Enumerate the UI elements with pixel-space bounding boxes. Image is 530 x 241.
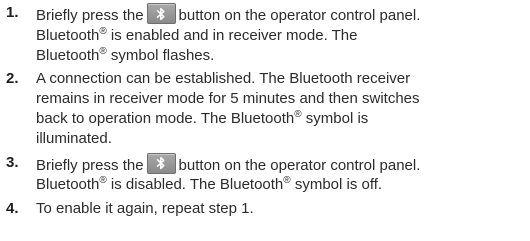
step-line: To enable it again, repeat step 1. [36,200,254,218]
step-text: Briefly press the [36,7,144,24]
instruction-steps: 1. Briefly press the button on the operat… [0,0,530,219]
registered-mark: ® [99,45,107,57]
step-text: symbol is off. [290,176,383,194]
step-line: Bluetooth® is disabled. The Bluetooth® s… [36,175,522,195]
registered-mark: ® [283,175,291,187]
registered-mark: ® [294,108,302,120]
step-line: remains in receiver mode for 5 minutes a… [36,90,420,108]
step-number: 2. [6,70,19,88]
step-text: Briefly press the [36,156,144,174]
step-text: button on the operator control panel. [178,156,421,174]
step-text: button on the operator control panel. [178,7,421,24]
step-body: Briefly press the button on the operator … [36,3,522,65]
step-text: back to operation mode. The Bluetooth [36,109,295,127]
step-line: Briefly press the button on the operator … [36,152,522,176]
step-text: symbol flashes. [106,46,215,64]
step-line: illuminated. [36,129,112,147]
step-4: 4. To enable it again, repeat step 1. [6,199,522,219]
step-body: Briefly press the button on the operator … [36,152,522,196]
step-text: Bluetooth [36,26,100,44]
step-text: is disabled. The Bluetooth [106,176,284,194]
step-line: back to operation mode. The Bluetooth® s… [36,109,522,129]
bluetooth-icon [156,7,165,20]
step-number: 1. [6,4,19,21]
step-text: Bluetooth [36,46,100,64]
step-line: Briefly press the button on the operator … [36,3,522,26]
step-2: 2. A connection can be established. The … [6,69,522,148]
step-line: A connection can be established. The Blu… [36,70,411,88]
step-body: To enable it again, repeat step 1. [36,199,522,219]
step-text: Bluetooth [36,176,100,194]
step-text: symbol is [301,109,369,127]
step-line: Bluetooth® is enabled and in receiver mo… [36,26,522,46]
step-text: is enabled and in receiver mode. The [106,26,358,44]
step-1: 1. Briefly press the button on the operat… [6,3,522,65]
bluetooth-button-icon [146,152,176,174]
step-body: A connection can be established. The Blu… [36,69,522,148]
step-line: Bluetooth® symbol flashes. [36,46,522,66]
registered-mark: ® [99,175,107,187]
registered-mark: ® [99,25,107,37]
bluetooth-icon [156,156,165,170]
step-number: 4. [6,200,19,218]
step-number: 3. [6,153,19,171]
bluetooth-button-icon [146,3,176,24]
step-3: 3. Briefly press the button on the operat… [6,152,522,196]
